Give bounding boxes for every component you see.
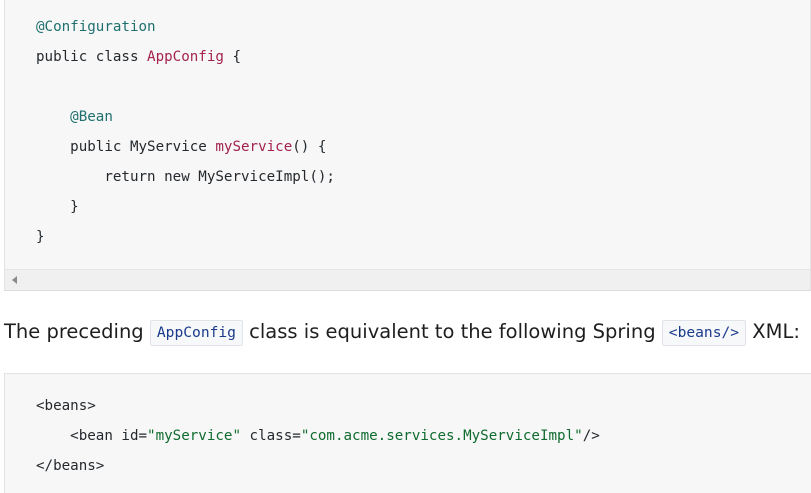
code-line: <bean id="myService" class="com.acme.ser… bbox=[36, 427, 600, 445]
code-token: return new bbox=[36, 169, 199, 185]
code-line: } bbox=[36, 198, 79, 216]
code-token: @Configuration bbox=[36, 19, 156, 35]
code-token: /> bbox=[582, 428, 600, 444]
code-line: return new MyServiceImpl(); bbox=[36, 168, 335, 186]
java-code-block: @Configuration public class AppConfig { @… bbox=[4, 0, 811, 291]
horizontal-scrollbar[interactable] bbox=[5, 269, 810, 290]
code-token: public bbox=[36, 139, 130, 155]
paragraph-text-before: The preceding bbox=[4, 320, 150, 343]
code-line: @Bean bbox=[36, 108, 113, 126]
code-token: @Bean bbox=[36, 109, 113, 125]
xml-code-block: <beans> <bean id="myService" class="com.… bbox=[4, 373, 811, 493]
code-line: public class AppConfig { bbox=[36, 48, 241, 66]
code-line: <beans> bbox=[36, 397, 96, 415]
code-token: "myService" bbox=[147, 428, 242, 444]
paragraph-text-after: XML: bbox=[746, 320, 800, 343]
code-token: "com.acme.services.MyServiceImpl" bbox=[300, 428, 583, 444]
scroll-left-arrow-icon[interactable] bbox=[12, 276, 17, 284]
code-line: } bbox=[36, 228, 45, 246]
code-token: } bbox=[36, 199, 79, 215]
code-token: } bbox=[36, 229, 45, 245]
inline-code-appconfig: AppConfig bbox=[149, 320, 243, 346]
code-token: id= bbox=[121, 428, 148, 444]
code-line: </beans> bbox=[36, 457, 104, 475]
code-token: myService bbox=[215, 139, 293, 155]
code-line: @Configuration bbox=[36, 18, 156, 36]
code-token: () { bbox=[292, 139, 327, 155]
code-token: AppConfig bbox=[147, 49, 224, 65]
code-token: <beans> bbox=[36, 398, 96, 414]
paragraph-text-middle: class is equivalent to the following Spr… bbox=[242, 320, 662, 343]
inline-code-beans: <beans/> bbox=[661, 320, 747, 346]
code-line: public MyService myService() { bbox=[36, 138, 326, 156]
code-token: class= bbox=[241, 428, 301, 444]
code-token: </beans> bbox=[36, 458, 105, 474]
description-paragraph: The preceding AppConfig class is equival… bbox=[4, 318, 800, 346]
code-token: MyServiceImpl(); bbox=[198, 169, 335, 185]
code-token: MyService bbox=[129, 139, 216, 155]
code-token: { bbox=[223, 49, 242, 65]
code-token: <bean bbox=[36, 428, 122, 444]
code-token: public class bbox=[36, 49, 148, 65]
